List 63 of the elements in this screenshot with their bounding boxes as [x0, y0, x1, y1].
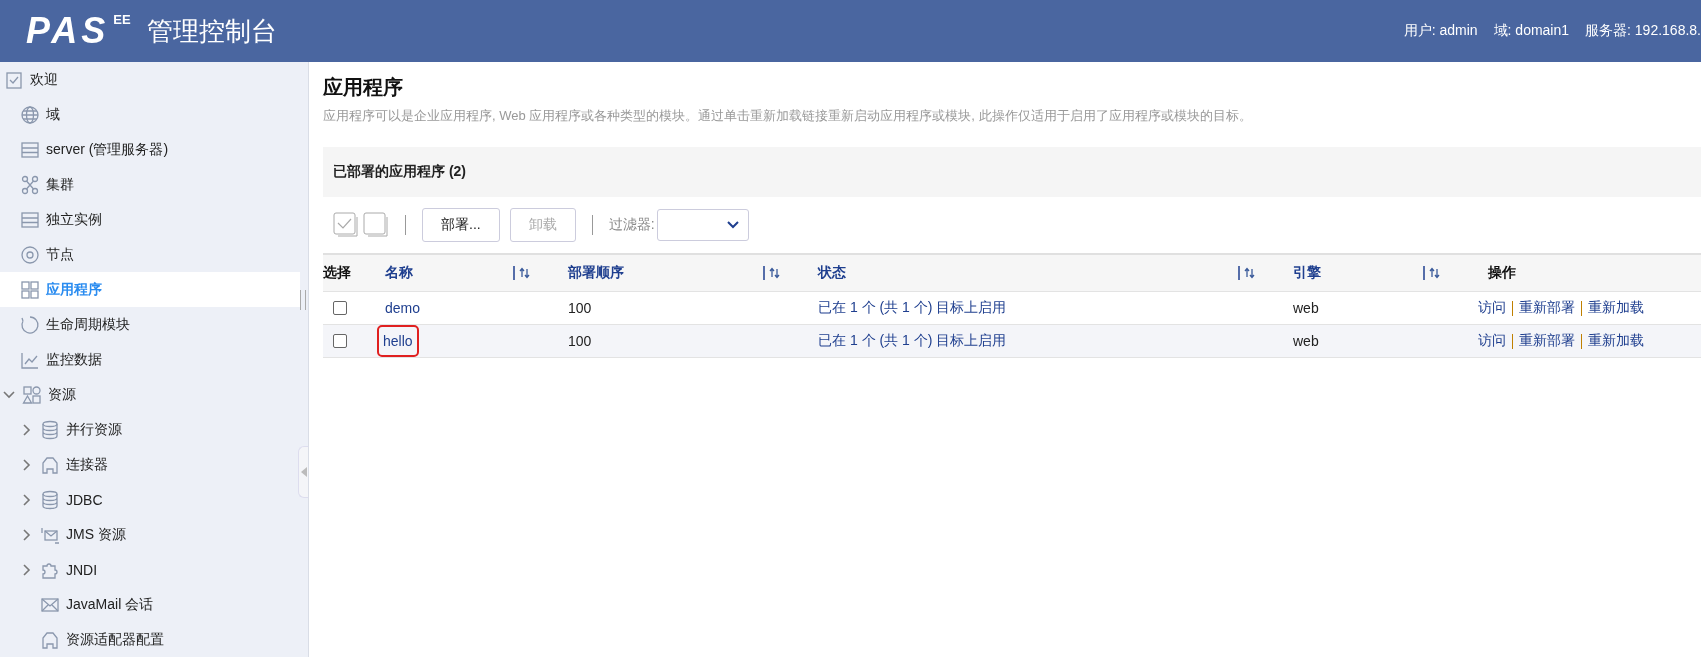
cluster-icon — [20, 174, 40, 195]
action-link[interactable]: 访问 — [1478, 299, 1506, 317]
panel-title: 已部署的应用程序 (2) — [323, 147, 1701, 197]
status-link[interactable]: 已在 1 个 (共 1 个) 目标上启用 — [818, 332, 1007, 350]
checklist-icon — [4, 69, 24, 90]
nav-item[interactable]: 独立实例 — [0, 202, 290, 237]
filter-label: 过滤器: — [608, 216, 655, 234]
page-description: 应用程序可以是企业应用程序, Web 应用程序或各种类型的模块。通过单击重新加载链接重新启动应用程序或模块, 此操作仅适用于启用了应用程序或模块的目标。 — [323, 107, 1253, 125]
server-icon — [20, 139, 40, 160]
header-info: 用户: admin — [1403, 22, 1478, 40]
column-header[interactable]: 部署顺序 — [568, 264, 763, 282]
resize-handle[interactable] — [300, 290, 306, 310]
collapse-icon — [301, 467, 307, 477]
nav-item[interactable]: 资源适配器配置 — [0, 622, 290, 657]
table-cell-text: web — [1293, 300, 1320, 316]
app-title: 管理控制台 — [146, 14, 277, 48]
nav-item[interactable]: JMS 资源 — [0, 517, 290, 552]
column-header: 操作 — [1487, 264, 1517, 282]
shapes-icon — [22, 384, 42, 405]
nav-item[interactable]: 节点 — [0, 237, 290, 272]
table-cell-text: 100 — [568, 300, 593, 316]
server-icon — [20, 209, 40, 230]
column-header[interactable]: 引擎 — [1293, 264, 1423, 282]
action-link[interactable]: 重新部署 — [1519, 332, 1575, 350]
action-link[interactable]: 重新加载 — [1588, 299, 1644, 317]
row-checkbox[interactable] — [333, 334, 347, 348]
nav-item[interactable]: 欢迎 — [0, 62, 290, 97]
globe-icon — [20, 104, 40, 125]
nav-item[interactable]: 资源 — [0, 377, 290, 412]
plug-icon — [40, 454, 60, 475]
nav-item[interactable]: JavaMail 会话 — [0, 587, 290, 622]
dropdown-icon — [725, 220, 740, 230]
nav-item[interactable]: 生命周期模块 — [0, 307, 290, 342]
nav-item[interactable]: 并行资源 — [0, 412, 290, 447]
nav-item[interactable]: JNDI — [0, 552, 290, 587]
nav-item[interactable]: 集群 — [0, 167, 290, 202]
table-cell-text: web — [1293, 333, 1320, 349]
header-info: 服务器: 192.168.8. — [1585, 22, 1701, 40]
table-cell-text: 100 — [568, 333, 593, 349]
nav-item[interactable]: JDBC — [0, 482, 290, 517]
column-header: 选择 — [323, 264, 352, 282]
toolbar-button[interactable]: 部署... — [422, 208, 500, 242]
target-icon — [20, 244, 40, 265]
nav-item[interactable]: server (管理服务器) — [0, 132, 290, 167]
action-link[interactable]: 重新部署 — [1519, 299, 1575, 317]
database-icon — [40, 489, 60, 510]
page-title: 应用程序 — [323, 75, 404, 100]
app-name-link[interactable]: demo — [385, 300, 421, 316]
nav-item[interactable]: 域 — [0, 97, 290, 132]
action-link[interactable]: 访问 — [1478, 332, 1506, 350]
plug-icon — [40, 629, 60, 650]
column-header[interactable]: 名称 — [385, 264, 513, 282]
grid-icon — [20, 279, 40, 300]
row-checkbox[interactable] — [333, 301, 347, 315]
cycle-icon — [20, 314, 40, 335]
action-link[interactable]: 重新加载 — [1588, 332, 1644, 350]
status-link[interactable]: 已在 1 个 (共 1 个) 目标上启用 — [818, 299, 1007, 317]
column-header[interactable]: 状态 — [818, 264, 1238, 282]
nav-item[interactable]: 连接器 — [0, 447, 290, 482]
database-icon — [40, 419, 60, 440]
header-info: 域: domain1 — [1493, 22, 1570, 40]
nav-item[interactable]: 监控数据 — [0, 342, 290, 377]
app-name-link[interactable]: hello — [379, 327, 417, 355]
